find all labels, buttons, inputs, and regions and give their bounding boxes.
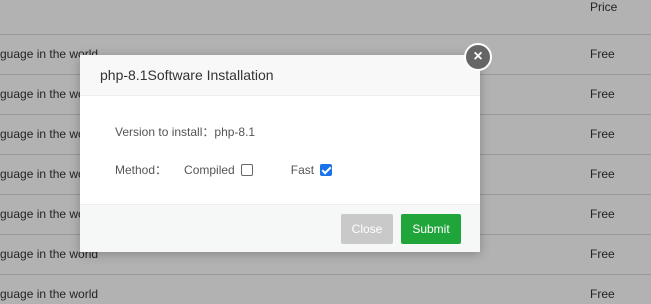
method-row: Method： Compiled Fast: [115, 161, 333, 178]
close-icon[interactable]: ×: [464, 43, 492, 71]
submit-button[interactable]: Submit: [401, 214, 461, 244]
version-label: Version to install：: [115, 125, 215, 139]
install-dialog: php-8.1Software Installation Version to …: [80, 55, 480, 252]
version-row: Version to install：php-8.1: [115, 123, 255, 140]
fast-option-label: Fast: [290, 162, 315, 177]
compiled-checkbox[interactable]: [240, 163, 253, 176]
method-label: Method：: [115, 163, 168, 177]
fast-checkbox[interactable]: [320, 163, 333, 176]
compiled-option-label: Compiled: [184, 162, 235, 177]
version-value: php-8.1: [214, 125, 256, 139]
dialog-footer: Close Submit: [80, 204, 480, 252]
close-button[interactable]: Close: [341, 214, 393, 244]
screen: Price guage in the world Free guage in t…: [0, 0, 651, 304]
dialog-title: php-8.1Software Installation: [80, 55, 480, 96]
